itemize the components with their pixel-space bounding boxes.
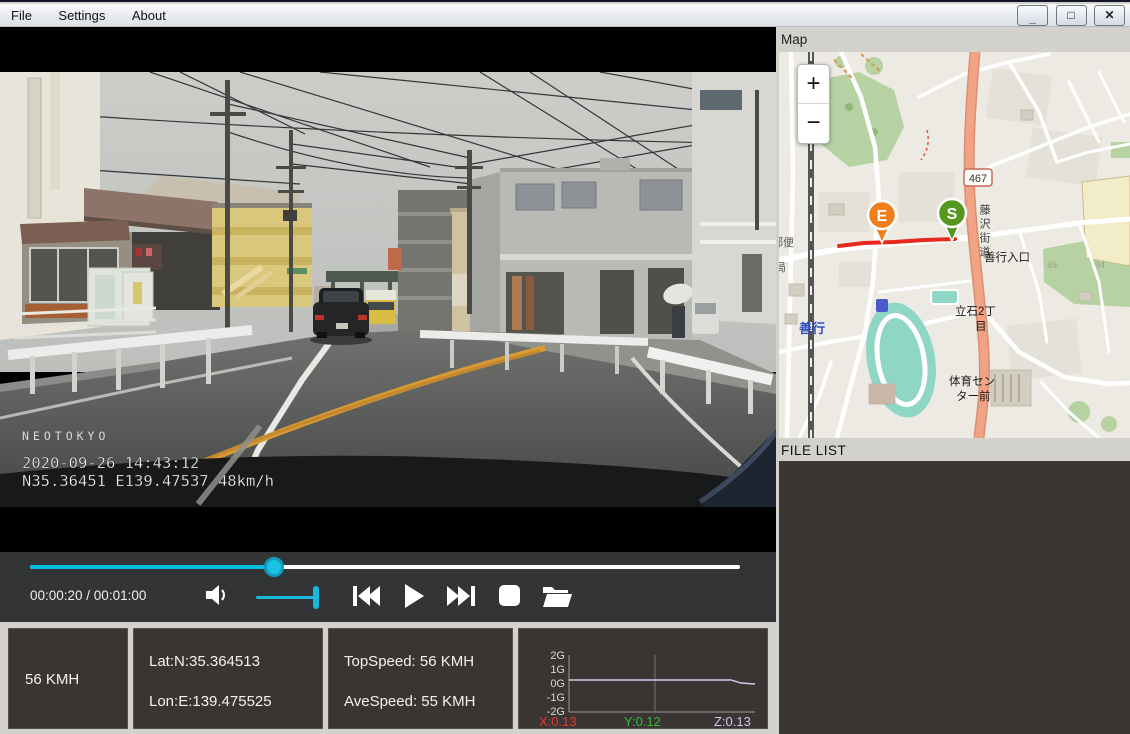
gsensor-chart: 2G 1G 0G -1G -2G X:0.13 Y:0.12 Z:0.13 bbox=[519, 629, 767, 728]
map-zoom-control: + − bbox=[797, 64, 830, 144]
close-icon: ✕ bbox=[1104, 8, 1114, 22]
map-panel-title: Map bbox=[781, 32, 807, 47]
open-folder-button[interactable] bbox=[541, 583, 573, 609]
window-controls: _ □ ✕ bbox=[1014, 5, 1125, 26]
busstop-label-1: 体育セン bbox=[949, 374, 995, 388]
right-white-building bbox=[692, 72, 776, 324]
gsensor-x-label: X:0.13 bbox=[539, 714, 577, 728]
time-display: 00:00:20 / 00:01:00 bbox=[30, 588, 146, 603]
district-label-1: 立石2丁 bbox=[955, 304, 996, 318]
video-player-area[interactable]: NEOTOKYO 2020-09-26 14:43:12 N35.36451 E… bbox=[0, 27, 776, 552]
gsensor-z-label: Z:0.13 bbox=[714, 714, 751, 728]
svg-text:E: E bbox=[877, 208, 888, 225]
seek-bar[interactable] bbox=[30, 565, 740, 569]
gps-overlay: N35.36451 E139.47537 48km/h bbox=[22, 472, 274, 490]
map-zoom-in-button[interactable]: + bbox=[798, 65, 829, 104]
dashcam-video-frame: NEOTOKYO 2020-09-26 14:43:12 N35.36451 E… bbox=[0, 72, 776, 507]
menu-bar: File Settings About _ □ ✕ bbox=[0, 4, 1130, 27]
menu-settings[interactable]: Settings bbox=[47, 4, 116, 27]
yellow-bus bbox=[366, 290, 396, 324]
station-label: 善行 bbox=[799, 321, 825, 336]
telemetry-strip: 56 KMH Lat:N:35.364513 Lon:E:139.475525 … bbox=[0, 622, 776, 734]
map-pool bbox=[931, 290, 958, 304]
y-tick: 0G bbox=[550, 678, 565, 690]
y-tick: 2G bbox=[550, 650, 565, 662]
maximize-button[interactable]: □ bbox=[1056, 5, 1087, 26]
map-zoom-out-button[interactable]: − bbox=[798, 104, 829, 143]
file-list-title: FILE LIST bbox=[781, 443, 846, 458]
y-tick: -1G bbox=[547, 692, 565, 704]
car-ahead bbox=[310, 288, 372, 345]
white-van bbox=[692, 298, 719, 334]
playback-controls-bar: 00:00:20 / 00:01:00 bbox=[0, 552, 776, 622]
bus-shelter bbox=[88, 268, 153, 326]
position-panel: Lat:N:35.364513 Lon:E:139.475525 bbox=[133, 628, 323, 729]
map-view[interactable]: E S 467 藤沢街道 善行入口 立石2丁 目 体育セン ター前 善行 bbox=[779, 52, 1130, 438]
svg-text:S: S bbox=[947, 206, 958, 223]
volume-slider[interactable] bbox=[256, 596, 318, 599]
svg-text:467: 467 bbox=[969, 173, 987, 185]
postoffice-label-2: 局 bbox=[779, 261, 786, 274]
latitude-value: Lat:N:35.364513 bbox=[149, 653, 260, 670]
seek-bar-fill bbox=[30, 565, 274, 569]
menu-about[interactable]: About bbox=[121, 4, 177, 27]
busstop-label-2: ター前 bbox=[956, 389, 991, 403]
intersection-label: 善行入口 bbox=[984, 250, 1030, 264]
brand-watermark: NEOTOKYO bbox=[22, 429, 109, 443]
minimize-button[interactable]: _ bbox=[1017, 5, 1048, 26]
timestamp-overlay: 2020-09-26 14:43:12 bbox=[22, 454, 199, 472]
file-list[interactable] bbox=[779, 461, 1130, 734]
minimize-icon: _ bbox=[1029, 9, 1036, 28]
app-window: File Settings About _ □ ✕ bbox=[0, 0, 1130, 734]
longitude-value: Lon:E:139.475525 bbox=[149, 693, 272, 710]
gsensor-line bbox=[569, 680, 755, 684]
postoffice-label-1: 郵便 bbox=[779, 236, 794, 249]
top-speed-value: TopSpeed: 56 KMH bbox=[344, 653, 474, 670]
next-button[interactable] bbox=[446, 584, 476, 608]
elevation-label-2: 94 bbox=[1095, 260, 1105, 270]
map-tiles: E S 467 藤沢街道 善行入口 立石2丁 目 体育セン ター前 善行 bbox=[779, 52, 1130, 438]
close-button[interactable]: ✕ bbox=[1094, 5, 1125, 26]
elevation-label-1: 49 bbox=[1047, 260, 1057, 270]
maximize-icon: □ bbox=[1067, 8, 1074, 22]
gsensor-y-label: Y:0.12 bbox=[624, 714, 661, 728]
play-button[interactable] bbox=[403, 583, 425, 609]
ave-speed-value: AveSpeed: 55 KMH bbox=[344, 693, 475, 710]
map-station-icon bbox=[876, 299, 888, 312]
center-gray-building bbox=[470, 158, 692, 338]
current-speed-value: 56 KMH bbox=[25, 671, 79, 688]
current-speed-panel: 56 KMH bbox=[8, 628, 128, 729]
seek-bar-thumb[interactable] bbox=[264, 557, 284, 577]
gsensor-panel: 2G 1G 0G -1G -2G X:0.13 Y:0.12 Z:0.13 bbox=[518, 628, 768, 729]
menu-file[interactable]: File bbox=[0, 4, 43, 27]
route-shield-467: 467 bbox=[964, 169, 992, 186]
volume-slider-thumb[interactable] bbox=[313, 586, 319, 609]
previous-button[interactable] bbox=[352, 584, 382, 608]
volume-icon[interactable] bbox=[202, 581, 230, 609]
district-label-2: 目 bbox=[975, 321, 987, 333]
y-tick: 1G bbox=[550, 664, 565, 676]
speed-stats-panel: TopSpeed: 56 KMH AveSpeed: 55 KMH bbox=[328, 628, 513, 729]
stop-button[interactable] bbox=[499, 585, 520, 606]
